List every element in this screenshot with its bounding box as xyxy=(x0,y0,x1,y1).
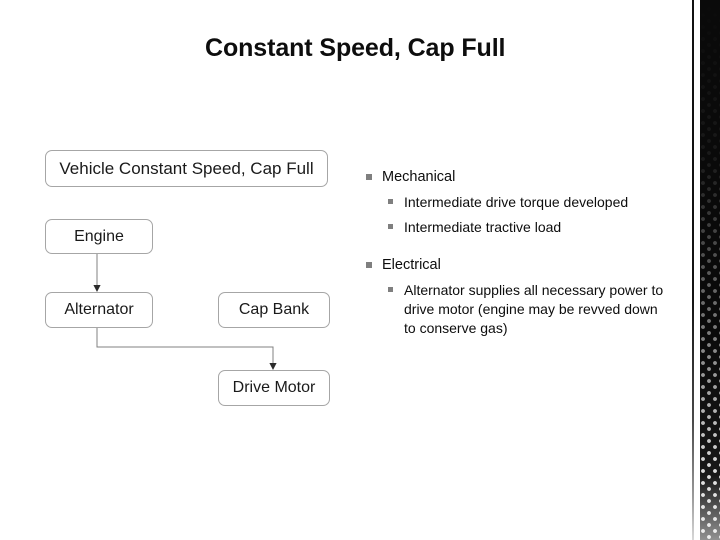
bullet-item-mechanical: Mechanical xyxy=(366,168,666,187)
square-bullet-icon xyxy=(388,287,393,293)
diagram-node-engine[interactable]: Engine xyxy=(45,219,153,254)
square-bullet-icon xyxy=(388,199,393,205)
flow-diagram: Vehicle Constant Speed, Cap Full Engine … xyxy=(0,0,360,440)
bullet-text: Electrical xyxy=(382,256,441,273)
bullet-text: Mechanical xyxy=(382,169,456,185)
right-edge-rule xyxy=(692,0,694,540)
diagram-node-drive-motor[interactable]: Drive Motor xyxy=(218,370,330,406)
diagram-node-cap-bank[interactable]: Cap Bank xyxy=(218,292,330,328)
right-edge-fade-overlay xyxy=(700,0,720,540)
bullet-text: Intermediate drive torque developed xyxy=(404,194,629,211)
bullet-subitem-alternator-supplies-power: Alternator supplies all necessary power … xyxy=(388,281,666,338)
diagram-node-vehicle-constant-speed-cap-full[interactable]: Vehicle Constant Speed, Cap Full xyxy=(45,150,328,187)
bullet-group-mechanical: Mechanical Intermediate drive torque dev… xyxy=(366,168,666,237)
square-bullet-icon xyxy=(388,224,393,230)
bullet-subitem-intermediate-tractive-load: Intermediate tractive load xyxy=(388,218,666,237)
bullet-subitem-intermediate-drive-torque: Intermediate drive torque developed xyxy=(388,193,666,212)
bullet-group-electrical: Electrical Alternator supplies all neces… xyxy=(366,256,666,338)
connector-alternator-to-drivemotor xyxy=(96,328,274,364)
bullet-group-spacer xyxy=(366,243,666,256)
bullet-item-electrical: Electrical xyxy=(366,256,666,275)
diagram-node-alternator[interactable]: Alternator xyxy=(45,292,153,328)
arrowhead-engine-to-alternator xyxy=(93,285,101,292)
square-bullet-icon xyxy=(366,261,372,268)
bullet-list: Mechanical Intermediate drive torque dev… xyxy=(366,168,666,344)
square-bullet-icon xyxy=(366,174,372,180)
arrowhead-alternator-to-drivemotor xyxy=(269,363,277,370)
slide-canvas: Constant Speed, Cap Full Vehicle Constan… xyxy=(0,0,720,540)
bullet-text: Intermediate tractive load xyxy=(404,219,562,236)
bullet-text: Alternator supplies all necessary power … xyxy=(404,282,664,336)
